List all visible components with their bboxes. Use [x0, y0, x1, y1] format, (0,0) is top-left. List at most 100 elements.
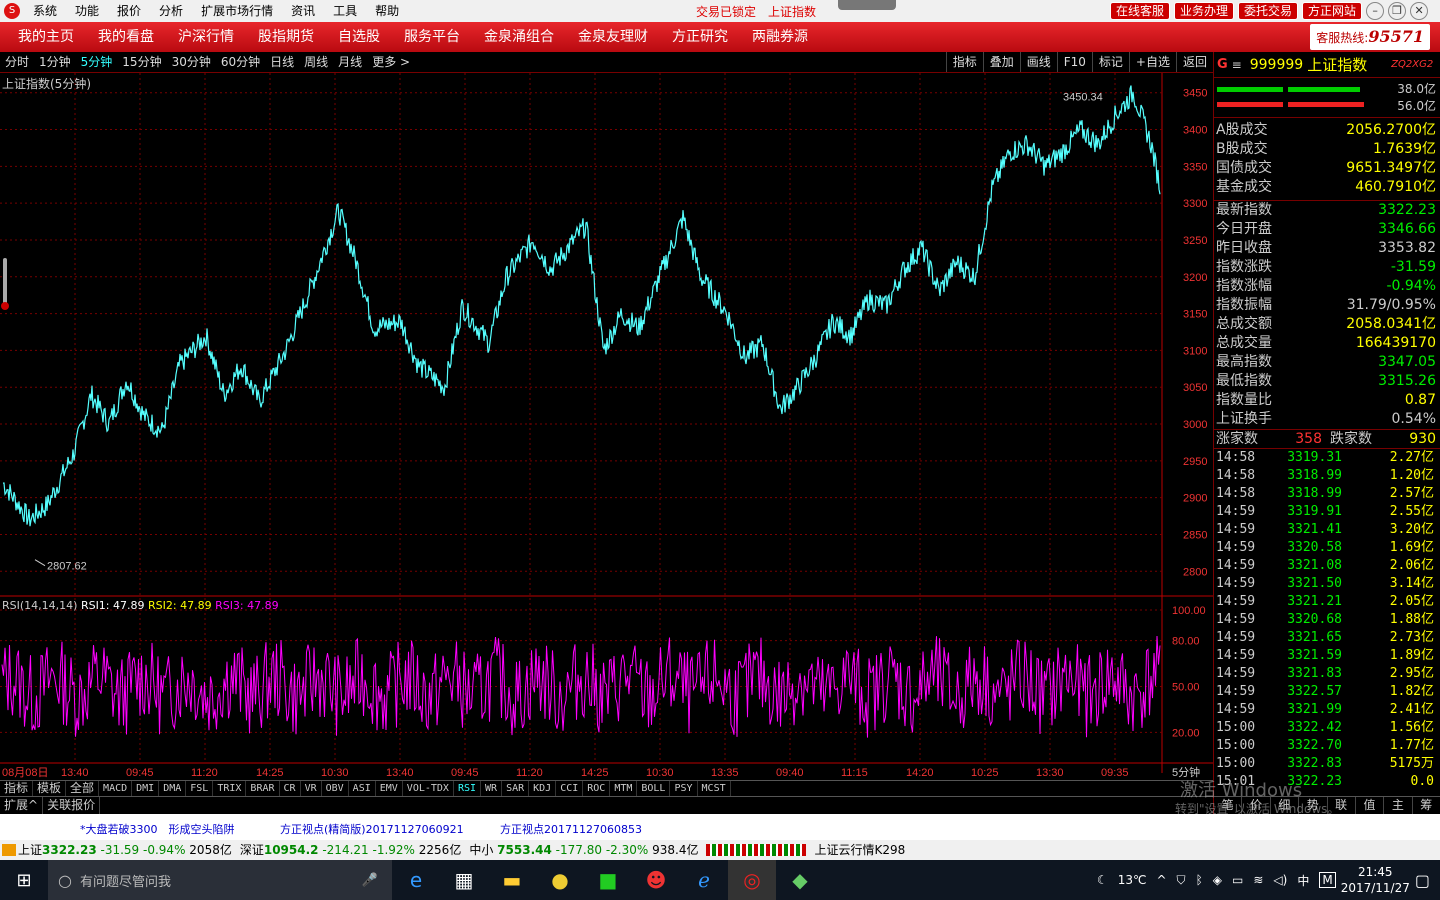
menu-item[interactable]: 扩展市场行情: [192, 0, 282, 22]
indicator-tab[interactable]: VOL-TDX: [403, 781, 454, 796]
tick-row[interactable]: 14:59 3321.99 2.41亿: [1214, 701, 1440, 719]
sh-summary[interactable]: 上证3322.23 -31.59 -0.94% 2058亿: [18, 840, 232, 860]
g-icon[interactable]: G: [1217, 57, 1228, 72]
app-mascot-icon[interactable]: ☻: [632, 860, 680, 900]
period-tab[interactable]: 日线: [265, 52, 299, 72]
minimize-icon[interactable]: –: [1366, 2, 1385, 20]
close-icon[interactable]: ✕: [1410, 2, 1429, 20]
tick-row[interactable]: 15:00 3322.70 1.77亿: [1214, 737, 1440, 755]
bluetooth-icon[interactable]: ᛒ: [1196, 873, 1203, 887]
volume-icon[interactable]: ◁): [1273, 873, 1287, 887]
indicator-tab[interactable]: FSL: [186, 781, 214, 796]
indicator-tab[interactable]: BOLL: [637, 781, 671, 796]
tick-row[interactable]: 14:59 3321.21 2.05亿: [1214, 593, 1440, 611]
chart-tool-button[interactable]: 返回: [1175, 52, 1213, 72]
period-tab[interactable]: 30分钟: [167, 52, 216, 72]
chart-tool-button[interactable]: F10: [1056, 52, 1092, 72]
quote-tab[interactable]: 联: [1328, 797, 1356, 814]
indicator-tab[interactable]: WR: [481, 781, 503, 796]
extension-tab[interactable]: 关联报价: [43, 797, 101, 814]
indicator-tab[interactable]: ROC: [583, 781, 611, 796]
tick-row[interactable]: 14:58 3318.99 1.20亿: [1214, 467, 1440, 485]
network-icon[interactable]: ◈: [1213, 873, 1222, 887]
quote-tab[interactable]: 值: [1356, 797, 1385, 814]
menu-item[interactable]: 分析: [150, 0, 192, 22]
indicator-tab[interactable]: MCST: [698, 781, 731, 796]
chart-tool-button[interactable]: 叠加: [982, 52, 1020, 72]
indicator-tab[interactable]: VR: [301, 781, 322, 796]
nav-item[interactable]: 自选股: [326, 23, 392, 51]
tick-row[interactable]: 14:58 3319.31 2.27亿: [1214, 449, 1440, 467]
edge-icon[interactable]: e: [392, 860, 440, 900]
indicator-group-tab[interactable]: 全部: [66, 781, 100, 796]
nav-item[interactable]: 两融券源: [740, 23, 820, 51]
store-icon[interactable]: ▦: [440, 860, 488, 900]
indicator-tab[interactable]: CCI: [556, 781, 584, 796]
cloud-quote-link[interactable]: 上证云行情K298: [814, 840, 905, 860]
founder-app-icon[interactable]: ◎: [728, 860, 776, 900]
indicator-tab[interactable]: TRIX: [213, 781, 247, 796]
menu-item[interactable]: 资讯: [282, 0, 324, 22]
nav-item[interactable]: 我的主页: [6, 23, 86, 51]
period-tab[interactable]: 1分钟: [34, 52, 76, 72]
quote-tab[interactable]: 筹: [1413, 797, 1440, 814]
shield-icon[interactable]: ⛉: [1177, 873, 1186, 888]
tick-row[interactable]: 14:59 3321.41 3.20亿: [1214, 521, 1440, 539]
news-item[interactable]: 方正视点(精简版)20171127060921: [280, 821, 464, 837]
tick-row[interactable]: 14:59 3321.65 2.73亿: [1214, 629, 1440, 647]
quote-tab[interactable]: 价: [1242, 797, 1271, 814]
period-tab[interactable]: 5分钟: [76, 52, 118, 72]
tick-row[interactable]: 14:59 3321.59 1.89亿: [1214, 647, 1440, 665]
indicator-tab[interactable]: DMA: [159, 781, 187, 796]
trade-lock-status[interactable]: 交易已锁定: [696, 3, 756, 20]
period-tab[interactable]: 月线: [333, 52, 367, 72]
indicator-group-tab[interactable]: 指标: [0, 781, 34, 796]
top-action-button[interactable]: 委托交易: [1238, 2, 1299, 20]
menu-item[interactable]: 帮助: [366, 0, 408, 22]
nav-item[interactable]: 沪深行情: [166, 23, 246, 51]
chart-tool-button[interactable]: 指标: [945, 52, 983, 72]
chart-tool-button[interactable]: 画线: [1019, 52, 1057, 72]
quote-tab[interactable]: 细: [1271, 797, 1300, 814]
indicator-tab[interactable]: MTM: [610, 781, 638, 796]
sz-summary[interactable]: 深证10954.2 -214.21 -1.92% 2256亿: [240, 840, 461, 860]
zx-summary[interactable]: 中小 7553.44 -177.80 -2.30% 938.4亿: [469, 840, 698, 860]
indicator-tab[interactable]: BRAR: [246, 781, 280, 796]
tick-row[interactable]: 15:01 3322.23 0.0: [1214, 773, 1440, 791]
news-item[interactable]: *大盘若破3300 形成空头陷阱: [80, 821, 235, 837]
tick-row[interactable]: 14:59 3320.58 1.69亿: [1214, 539, 1440, 557]
input-lang[interactable]: 中: [1297, 872, 1309, 889]
tick-row[interactable]: 14:59 3319.91 2.55亿: [1214, 503, 1440, 521]
period-tab[interactable]: 更多 >: [367, 52, 415, 72]
period-tab[interactable]: 15分钟: [117, 52, 166, 72]
indicator-tab[interactable]: CR: [280, 781, 301, 796]
quote-tab[interactable]: 主: [1384, 797, 1413, 814]
app-globe-icon[interactable]: ◆: [776, 860, 824, 900]
top-action-button[interactable]: 在线客服: [1110, 2, 1171, 20]
wifi-icon[interactable]: ≋: [1253, 873, 1263, 887]
menu-item[interactable]: 功能: [66, 0, 108, 22]
tick-row[interactable]: 14:59 3322.57 1.82亿: [1214, 683, 1440, 701]
tick-row[interactable]: 15:00 3322.42 1.56亿: [1214, 719, 1440, 737]
nav-item[interactable]: 股指期货: [246, 23, 326, 51]
app-chat-icon[interactable]: ■: [584, 860, 632, 900]
menu-icon[interactable]: ≡: [1232, 58, 1242, 72]
news-item[interactable]: 方正视点20171127060853: [500, 821, 642, 837]
top-action-button[interactable]: 方正网站: [1302, 2, 1363, 20]
quote-tab[interactable]: 势: [1299, 797, 1328, 814]
nav-item[interactable]: 我的看盘: [86, 23, 166, 51]
tick-row[interactable]: 14:59 3321.83 2.95亿: [1214, 665, 1440, 683]
ticker-widget[interactable]: [838, 0, 896, 10]
indicator-tab[interactable]: SAR: [502, 781, 530, 796]
folder-icon[interactable]: ▬: [488, 860, 536, 900]
weather-icon[interactable]: ☾: [1097, 873, 1108, 887]
menu-item[interactable]: 系统: [24, 0, 66, 22]
tray-chevron-icon[interactable]: ^: [1156, 873, 1166, 887]
scroll-knob[interactable]: [1, 302, 9, 310]
tick-list[interactable]: 14:58 3319.31 2.27亿 14:58 3318.99 1.20亿 14:58 3…: [1214, 449, 1440, 791]
nav-item[interactable]: 方正研究: [660, 23, 740, 51]
chart-canvas[interactable]: 3450 3400 3350 3300 3250 3200 3150 3100 3050 3000…: [0, 73, 1213, 785]
app-green-icon[interactable]: ●: [536, 860, 584, 900]
indicator-tab[interactable]: PSY: [670, 781, 698, 796]
ime-indicator[interactable]: M: [1319, 872, 1336, 888]
